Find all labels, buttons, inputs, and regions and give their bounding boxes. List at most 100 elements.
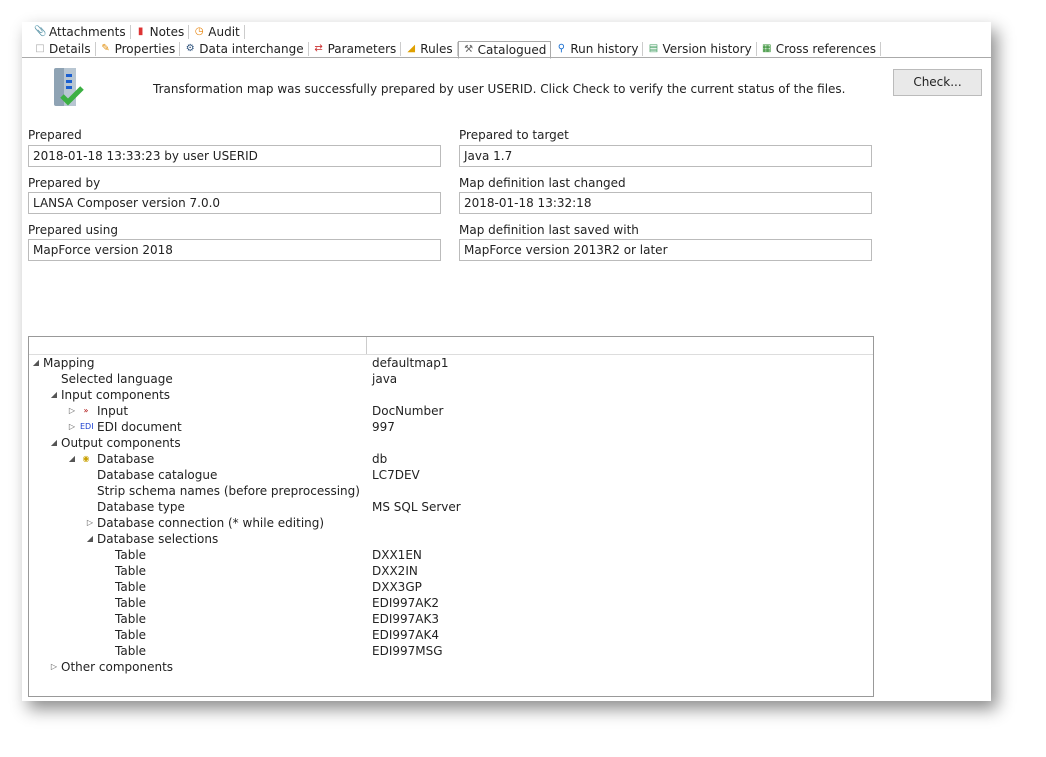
tab-divider — [22, 57, 991, 58]
tree-row-label: Mapping — [43, 356, 95, 370]
tree-row[interactable]: Table EDI997AK3 — [29, 611, 873, 627]
map-saved-with-label: Map definition last saved with — [459, 223, 639, 237]
tree-row[interactable]: Selected language java — [29, 371, 873, 387]
edi-icon: EDI — [80, 422, 94, 431]
tree-row-label: Table — [115, 548, 147, 562]
arrows-icon: ⇄ — [314, 42, 323, 54]
mapping-tree[interactable]: ◢ Mapping defaultmap1 Selected language java… — [28, 336, 874, 697]
tree-row-value: DXX2IN — [372, 564, 418, 578]
tab-data-interchange[interactable]: ⚙ Data interchange — [180, 41, 309, 56]
expand-triangle-icon[interactable]: ▷ — [49, 659, 59, 675]
collapse-triangle-icon[interactable]: ◢ — [85, 531, 95, 547]
tab-row-2: □ Details ✎ Properties ⚙ Data interchange ⇄ Par… — [30, 40, 881, 59]
prepared-to-target-label: Prepared to target — [459, 128, 569, 142]
tab-label: Audit — [208, 24, 240, 39]
tab-run-history[interactable]: ⚲ Run history — [551, 41, 644, 56]
collapse-triangle-icon[interactable]: ◢ — [49, 435, 59, 451]
expand-triangle-icon[interactable]: ▷ — [67, 403, 77, 419]
expand-triangle-icon[interactable]: ▷ — [67, 419, 77, 435]
gears-icon: ⚙ — [185, 42, 195, 54]
tree-row-value: defaultmap1 — [372, 356, 449, 370]
expand-triangle-icon[interactable]: ▷ — [85, 515, 95, 531]
tree-row-label: Database selections — [97, 532, 219, 546]
tree-row-label: Database catalogue — [97, 468, 218, 482]
tab-catalogued[interactable]: ⚒ Catalogued — [457, 40, 552, 59]
tree-row[interactable]: Table EDI997AK2 — [29, 595, 873, 611]
tree-row-label: Table — [115, 628, 147, 642]
hierarchy-icon: ▦ — [761, 42, 772, 54]
tree-row[interactable]: Table EDI997MSG — [29, 643, 873, 659]
map-changed-label: Map definition last changed — [459, 176, 626, 190]
collapse-triangle-icon[interactable]: ◢ — [31, 355, 41, 371]
prepared-by-field[interactable]: LANSA Composer version 7.0.0 — [28, 192, 441, 214]
map-saved-with-field[interactable]: MapForce version 2013R2 or later — [459, 239, 872, 261]
tree-row-label: Database — [97, 452, 155, 466]
tree-row[interactable]: ◢ Output components — [29, 435, 873, 451]
tab-label: Cross references — [775, 41, 876, 56]
tab-label: Rules — [420, 41, 453, 56]
tab-notes[interactable]: ▮ Notes — [131, 24, 190, 39]
prepared-using-label: Prepared using — [28, 223, 118, 237]
tab-properties[interactable]: ✎ Properties — [96, 41, 181, 56]
tree-row-value: EDI997AK3 — [372, 612, 439, 626]
tab-audit[interactable]: ◷ Audit — [189, 24, 245, 39]
tools-icon: ⚒ — [464, 43, 474, 55]
tree-row[interactable]: ◢ Mapping defaultmap1 — [29, 355, 873, 371]
tree-row[interactable]: ▷ » Input DocNumber — [29, 403, 873, 419]
input-icon: » — [83, 406, 89, 415]
tab-label: Parameters — [327, 41, 397, 56]
tree-row[interactable]: Table DXX2IN — [29, 563, 873, 579]
tree-row[interactable]: ◢ ◉ Database db — [29, 451, 873, 467]
tree-row-value: LC7DEV — [372, 468, 420, 482]
tree-row[interactable]: Database catalogue LC7DEV — [29, 467, 873, 483]
tab-label: Properties — [114, 41, 176, 56]
tree-row-label: Table — [115, 564, 147, 578]
prepared-to-target-field[interactable]: Java 1.7 — [459, 145, 872, 167]
tree-row-value: MS SQL Server — [372, 500, 461, 514]
prepared-field[interactable]: 2018-01-18 13:33:23 by user USERID — [28, 145, 441, 167]
collapse-triangle-icon[interactable]: ◢ — [49, 387, 59, 403]
tree-row[interactable]: Table DXX1EN — [29, 547, 873, 563]
check-button[interactable]: Check... — [893, 69, 982, 96]
tree-row-value: EDI997AK2 — [372, 596, 439, 610]
tab-version-history[interactable]: ▤ Version history — [643, 41, 757, 56]
tab-label: Attachments — [49, 24, 126, 39]
tree-row[interactable]: ▷ Other components — [29, 659, 873, 675]
collapse-triangle-icon[interactable]: ◢ — [67, 451, 77, 467]
document-icon: □ — [35, 42, 45, 54]
tab-parameters[interactable]: ⇄ Parameters — [309, 41, 402, 56]
prepared-using-field[interactable]: MapForce version 2018 — [28, 239, 441, 261]
tab-cross-references[interactable]: ▦ Cross references — [757, 41, 881, 56]
tab-label: Data interchange — [199, 41, 304, 56]
tree-row-label: Input — [97, 404, 129, 418]
tab-attachments[interactable]: 📎 Attachments — [30, 24, 131, 39]
tree-row-label: Table — [115, 612, 147, 626]
tree-row[interactable]: ◢ Database selections — [29, 531, 873, 547]
tree-row[interactable]: Table EDI997AK4 — [29, 627, 873, 643]
tab-details[interactable]: □ Details — [30, 41, 96, 56]
tree-row-value: db — [372, 452, 388, 466]
stack-icon: ▤ — [648, 42, 659, 54]
tree-row-value: java — [372, 372, 398, 386]
tree-row[interactable]: ▷ Database connection (* while editing) — [29, 515, 873, 531]
tree-row[interactable]: ◢ Input components — [29, 387, 873, 403]
tree-row[interactable]: Table DXX3GP — [29, 579, 873, 595]
prepared-by-label: Prepared by — [28, 176, 101, 190]
notes-icon: ▮ — [137, 25, 144, 37]
tree-row-label: Table — [115, 596, 147, 610]
audit-clock-icon: ◷ — [194, 25, 204, 37]
map-changed-field[interactable]: 2018-01-18 13:32:18 — [459, 192, 872, 214]
tree-row-label: Table — [115, 580, 147, 594]
tree-row-value: 997 — [372, 420, 395, 434]
catalogued-panel: 📎 Attachments ▮ Notes ◷ Audit □ Details ✎ Proper… — [22, 22, 991, 701]
tab-row-1: 📎 Attachments ▮ Notes ◷ Audit — [30, 23, 245, 40]
tree-row[interactable]: ▷ EDI EDI document 997 — [29, 419, 873, 435]
tree-row-value: DocNumber — [372, 404, 444, 418]
tab-label: Details — [49, 41, 91, 56]
pencil-icon: ✎ — [101, 42, 110, 54]
tab-rules[interactable]: ◢ Rules — [401, 41, 458, 56]
tab-label: Run history — [570, 41, 639, 56]
tree-row[interactable]: Strip schema names (before preprocessing… — [29, 483, 873, 499]
tree-row[interactable]: Database type MS SQL Server — [29, 499, 873, 515]
database-icon: ◉ — [82, 454, 90, 463]
